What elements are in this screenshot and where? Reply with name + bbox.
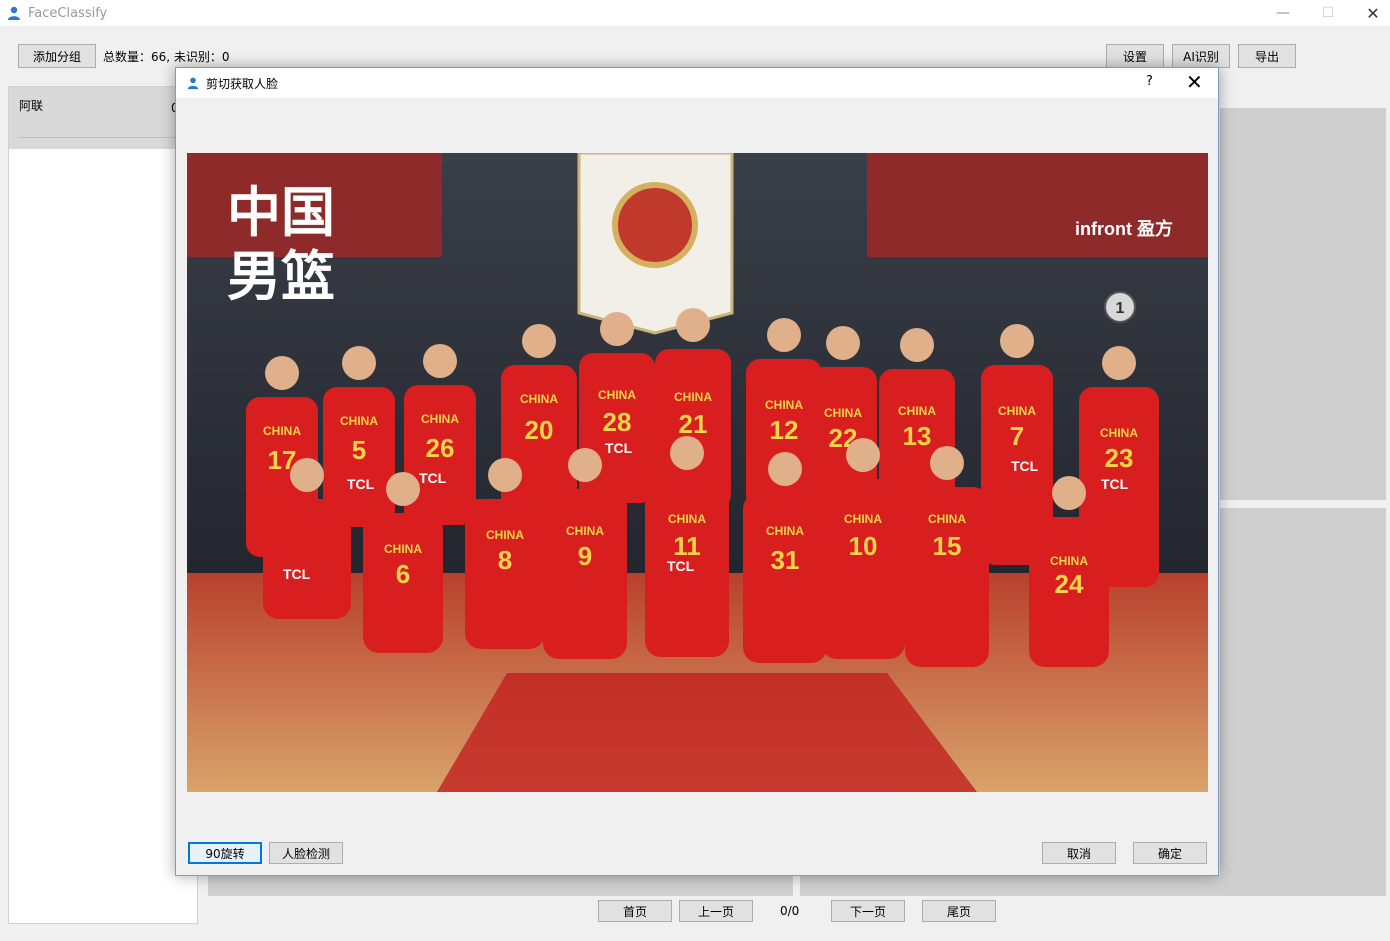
- close-button[interactable]: ✕: [1350, 0, 1390, 26]
- svg-text:CHINA: CHINA: [668, 512, 706, 526]
- dialog-close-button[interactable]: ✕: [1186, 70, 1203, 94]
- svg-text:CHINA: CHINA: [340, 414, 378, 428]
- group-list[interactable]: 阿联 0: [8, 86, 198, 924]
- dialog-title: 剪切获取人脸: [206, 76, 279, 91]
- prev-page-button[interactable]: 上一页: [679, 900, 753, 922]
- svg-text:CHINA: CHINA: [824, 406, 862, 420]
- svg-text:7: 7: [1010, 421, 1024, 451]
- svg-text:CHINA: CHINA: [928, 512, 966, 526]
- svg-text:CHINA: CHINA: [520, 392, 558, 406]
- wall-number: 1: [1116, 300, 1125, 317]
- svg-text:20: 20: [525, 415, 554, 445]
- user-icon: [8, 6, 20, 20]
- svg-text:CHINA: CHINA: [765, 398, 803, 412]
- svg-text:CHINA: CHINA: [263, 424, 301, 438]
- group-item[interactable]: 阿联 0: [9, 87, 197, 149]
- next-page-button[interactable]: 下一页: [831, 900, 905, 922]
- team-photo[interactable]: 1 中国 男篮 infront 盈方 CHINA 17 CHINA 5 CHIN…: [187, 153, 1208, 792]
- export-button[interactable]: 导出: [1238, 44, 1296, 68]
- face-detect-button[interactable]: 人脸检测: [269, 842, 343, 864]
- svg-text:TCL: TCL: [605, 440, 633, 456]
- crop-face-dialog: 剪切获取人脸 ? ✕ 1 中国 男篮 infront 盈方 CHINA 17 C…: [175, 67, 1219, 876]
- svg-text:6: 6: [396, 559, 410, 589]
- svg-text:TCL: TCL: [283, 566, 311, 582]
- svg-text:CHINA: CHINA: [998, 404, 1036, 418]
- dialog-titlebar: 剪切获取人脸: [176, 68, 1218, 98]
- ok-button[interactable]: 确定: [1133, 842, 1207, 864]
- user-icon: [187, 77, 199, 90]
- svg-text:15: 15: [933, 531, 962, 561]
- svg-text:TCL: TCL: [347, 476, 375, 492]
- svg-text:CHINA: CHINA: [384, 542, 422, 556]
- add-group-button[interactable]: 添加分组: [18, 44, 96, 68]
- face-panel: [208, 876, 793, 896]
- svg-text:TCL: TCL: [667, 558, 695, 574]
- svg-text:26: 26: [426, 433, 455, 463]
- banner-text-line1: 中国: [227, 183, 335, 243]
- settings-button[interactable]: 设置: [1106, 44, 1164, 68]
- ai-recognize-button[interactable]: AI识别: [1172, 44, 1230, 68]
- svg-text:23: 23: [1105, 443, 1134, 473]
- svg-text:TCL: TCL: [419, 470, 447, 486]
- photo-canvas: 1 中国 男篮 infront 盈方 CHINA 17 CHINA 5 CHIN…: [187, 153, 1208, 792]
- svg-text:5: 5: [352, 435, 366, 465]
- page-indicator: 0/0: [780, 904, 800, 918]
- sponsor-logo: infront 盈方: [1075, 218, 1173, 239]
- svg-text:24: 24: [1055, 569, 1084, 599]
- svg-text:CHINA: CHINA: [898, 404, 936, 418]
- svg-text:8: 8: [498, 545, 512, 575]
- rotate-90-button[interactable]: 90旋转: [188, 842, 262, 864]
- first-page-button[interactable]: 首页: [598, 900, 672, 922]
- svg-text:TCL: TCL: [1011, 458, 1039, 474]
- face-panel: [1220, 108, 1386, 500]
- face-panel: [800, 876, 1220, 896]
- window-titlebar: FaceClassify: [0, 0, 1390, 26]
- svg-text:31: 31: [771, 545, 800, 575]
- svg-text:CHINA: CHINA: [674, 390, 712, 404]
- banner-text-line2: 男篮: [227, 247, 335, 307]
- help-button[interactable]: ?: [1146, 74, 1153, 89]
- svg-text:CHINA: CHINA: [766, 524, 804, 538]
- face-panel: [1220, 508, 1386, 896]
- maximize-button[interactable]: ☐: [1305, 0, 1351, 26]
- svg-text:CHINA: CHINA: [598, 388, 636, 402]
- group-name: 阿联: [19, 99, 44, 113]
- svg-text:CHINA: CHINA: [1100, 426, 1138, 440]
- svg-text:11: 11: [673, 531, 701, 561]
- window-title: FaceClassify: [28, 5, 108, 21]
- svg-text:28: 28: [603, 407, 632, 437]
- cancel-button[interactable]: 取消: [1042, 842, 1116, 864]
- svg-text:CHINA: CHINA: [566, 524, 604, 538]
- svg-text:TCL: TCL: [1101, 476, 1129, 492]
- svg-text:CHINA: CHINA: [1050, 554, 1088, 568]
- divider: [19, 137, 197, 138]
- svg-text:CHINA: CHINA: [486, 528, 524, 542]
- svg-text:9: 9: [578, 541, 592, 571]
- svg-text:21: 21: [679, 409, 708, 439]
- svg-text:CHINA: CHINA: [421, 412, 459, 426]
- svg-text:12: 12: [770, 415, 799, 445]
- svg-text:13: 13: [903, 421, 932, 451]
- svg-text:10: 10: [849, 531, 878, 561]
- minimize-button[interactable]: —: [1260, 0, 1306, 26]
- stats-label: 总数量：66, 未识别：0: [103, 50, 230, 64]
- last-page-button[interactable]: 尾页: [922, 900, 996, 922]
- svg-text:CHINA: CHINA: [844, 512, 882, 526]
